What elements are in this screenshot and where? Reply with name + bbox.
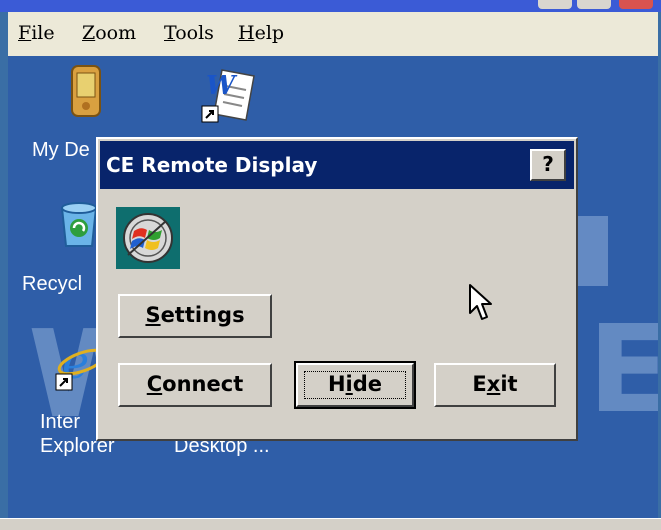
help-button[interactable]: ? — [530, 149, 566, 181]
exit-text-c: it — [500, 372, 518, 396]
host-status-strip — [0, 518, 661, 530]
mouse-pointer-icon — [468, 283, 494, 327]
connect-text-c: onnect — [162, 372, 244, 396]
close-window-button[interactable] — [619, 0, 653, 9]
my-device-icon[interactable] — [68, 64, 104, 118]
ce-remote-display-dialog: CE Remote Display ? Settings Connect Hid… — [96, 137, 578, 441]
settings-button[interactable]: Settings — [118, 294, 272, 338]
exit-button[interactable]: Exit — [434, 363, 556, 407]
minimize-window-button[interactable] — [538, 0, 572, 9]
menu-tools[interactable]: Tools — [164, 22, 214, 44]
settings-text-c: ettings — [160, 303, 245, 327]
recycle-bin-label[interactable]: Recycl — [22, 272, 82, 296]
connect-button[interactable]: Connect — [118, 363, 272, 407]
connect-text-b: C — [146, 372, 163, 396]
hide-button[interactable]: Hide — [294, 361, 416, 409]
maximize-window-button[interactable] — [577, 0, 611, 9]
dialog-title-bar[interactable]: CE Remote Display ? — [100, 141, 574, 189]
host-window-title-bar — [0, 0, 661, 12]
exit-text-a: E — [472, 372, 487, 396]
dialog-title: CE Remote Display — [106, 153, 318, 177]
menu-file[interactable]: File — [18, 22, 55, 44]
svg-text:W: W — [206, 71, 238, 101]
my-device-label[interactable]: My De — [32, 138, 90, 162]
settings-text-b: S — [145, 303, 161, 327]
exit-text-b: x — [486, 372, 501, 396]
watermark-shape: E — [588, 301, 658, 440]
menu-zoom[interactable]: Zoom — [82, 22, 136, 44]
menu-help[interactable]: Help — [238, 22, 284, 44]
windows-logo-icon — [116, 207, 180, 269]
focus-rectangle — [304, 371, 406, 399]
menu-bar: File Zoom Tools Help — [8, 12, 658, 57]
word-document-icon[interactable]: W — [200, 66, 260, 124]
